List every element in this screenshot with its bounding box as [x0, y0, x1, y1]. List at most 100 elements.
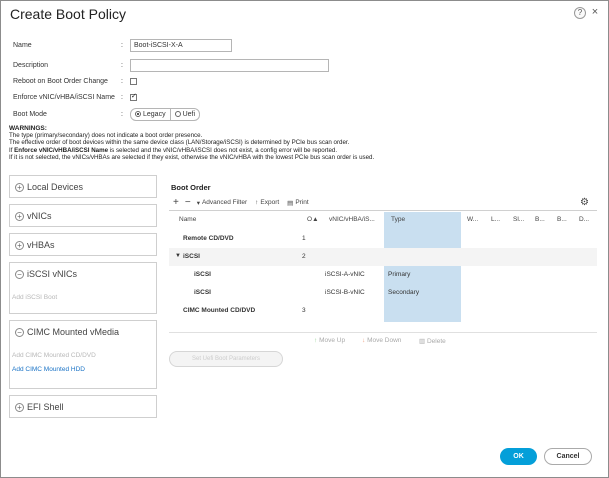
name-row: Name : Boot-iSCSI-X-A: [13, 38, 232, 52]
expand-plus-icon: +: [15, 240, 24, 250]
warnings-heading: WARNINGS:: [9, 125, 47, 132]
warning-line-3-bold: Enforce vNIC/vHBA/iSCSI Name: [14, 146, 109, 154]
help-icon[interactable]: ?: [574, 7, 586, 19]
export-icon: ↑: [255, 199, 259, 206]
set-uefi-boot-parameters-button[interactable]: Set Uefi Boot Parameters: [169, 351, 283, 367]
delete-button[interactable]: ▥ Delete: [419, 337, 446, 345]
col-b1-header[interactable]: B...: [535, 216, 545, 223]
efi-shell-panel[interactable]: + EFI Shell: [9, 395, 157, 418]
radio-unselected-icon: [174, 111, 181, 117]
local-devices-panel[interactable]: + Local Devices: [9, 175, 157, 198]
vnics-panel[interactable]: + vNICs: [9, 204, 157, 227]
reboot-row: Reboot on Boot Order Change :: [13, 74, 137, 88]
enforce-row: Enforce vNIC/vHBA/iSCSI Name :: [13, 90, 137, 104]
add-iscsi-boot-link[interactable]: Add iSCSI Boot: [10, 291, 156, 305]
reboot-label: Reboot on Boot Order Change: [13, 77, 108, 85]
row-order: 3: [302, 307, 306, 314]
table-row[interactable]: ▼ iSCSI 2: [169, 248, 597, 266]
boot-mode-uefi-option[interactable]: Uefi: [169, 108, 199, 120]
settings-gear-icon[interactable]: ⚙: [580, 197, 589, 208]
move-up-button[interactable]: ↑ Move Up: [314, 337, 345, 344]
trash-icon: ▥: [419, 338, 426, 345]
boot-mode-row: Boot Mode : Legacy Uefi: [13, 107, 201, 121]
colon: :: [121, 61, 123, 69]
dialog-title: Create Boot Policy: [10, 6, 126, 22]
row-name: iSCSI: [194, 271, 211, 278]
iscsi-vnics-panel: − iSCSI vNICs Add iSCSI Boot: [9, 262, 157, 314]
local-devices-header[interactable]: + Local Devices: [10, 176, 156, 198]
move-actions-bar: ↑ Move Up ↓ Move Down ▥ Delete: [169, 332, 597, 346]
move-down-button[interactable]: ↓ Move Down: [362, 337, 401, 344]
export-button[interactable]: ↑ Export: [255, 199, 279, 206]
add-icon[interactable]: +: [173, 197, 179, 208]
description-input[interactable]: [130, 58, 329, 72]
row-order: 2: [302, 253, 306, 260]
advanced-filter-button[interactable]: ▾ Advanced Filter: [197, 199, 247, 207]
boot-mode-legacy-option[interactable]: Legacy: [131, 109, 170, 120]
row-vnic: iSCSI-B-vNIC: [325, 289, 365, 296]
boot-order-title: Boot Order: [171, 183, 211, 192]
radio-selected-icon: [135, 111, 141, 117]
col-sl-header[interactable]: Sl...: [513, 216, 524, 223]
iscsi-vnics-header[interactable]: − iSCSI vNICs: [10, 263, 156, 285]
legacy-label: Legacy: [143, 110, 166, 118]
warning-line-1: The type (primary/secondary) does not in…: [9, 132, 203, 140]
print-button[interactable]: ▤ Print: [287, 199, 309, 207]
add-cimc-cd-link[interactable]: Add CIMC Mounted CD/DVD: [10, 349, 156, 363]
name-input[interactable]: Boot-iSCSI-X-A: [130, 38, 232, 52]
efi-shell-label: EFI Shell: [27, 402, 64, 412]
row-type: Primary: [388, 271, 411, 278]
ok-button[interactable]: OK: [500, 448, 537, 465]
filter-icon: ▾: [196, 199, 200, 207]
move-down-label: Move Down: [367, 337, 402, 344]
efi-shell-header[interactable]: + EFI Shell: [10, 396, 156, 418]
table-row[interactable]: iSCSI iSCSI-B-vNIC Secondary: [169, 284, 597, 302]
col-d-header[interactable]: D...: [579, 216, 589, 223]
row-type: Secondary: [388, 289, 420, 296]
vhbas-label: vHBAs: [27, 240, 55, 250]
row-name: iSCSI: [194, 289, 211, 296]
warning-line-2: The effective order of boot devices with…: [9, 139, 350, 147]
cimc-media-header[interactable]: − CIMC Mounted vMedia: [10, 321, 156, 343]
row-name: iSCSI: [183, 253, 200, 260]
col-name-header[interactable]: Name: [179, 216, 196, 223]
col-type-header[interactable]: Type: [391, 216, 405, 223]
local-devices-label: Local Devices: [27, 182, 84, 192]
table-row[interactable]: iSCSI iSCSI-A-vNIC Primary: [169, 266, 597, 284]
col-l-header[interactable]: L...: [491, 216, 500, 223]
close-icon[interactable]: ×: [589, 7, 601, 19]
warning-line-4: If it is not selected, the vNICs/vHBAs a…: [9, 153, 375, 161]
add-cimc-hdd-link[interactable]: Add CIMC Mounted HDD: [10, 363, 156, 377]
remove-icon[interactable]: −: [185, 197, 191, 208]
row-vnic: iSCSI-A-vNIC: [325, 271, 365, 278]
col-b2-header[interactable]: B...: [557, 216, 567, 223]
col-order-header[interactable]: O▲: [307, 216, 319, 223]
tree-collapse-icon[interactable]: ▼: [175, 253, 181, 259]
enforce-label: Enforce vNIC/vHBA/iSCSI Name: [13, 93, 115, 101]
vhbas-panel[interactable]: + vHBAs: [9, 233, 157, 256]
enforce-checkbox[interactable]: [130, 92, 137, 101]
col-vnic-header[interactable]: vNIC/vHBA/iS...: [329, 216, 375, 223]
arrow-up-icon: ↑: [314, 337, 318, 344]
cancel-button[interactable]: Cancel: [544, 448, 592, 465]
vhbas-header[interactable]: + vHBAs: [10, 234, 156, 256]
row-name: Remote CD/DVD: [183, 235, 234, 242]
reboot-checkbox[interactable]: [130, 77, 137, 85]
advanced-filter-label: Advanced Filter: [201, 199, 248, 206]
cimc-media-label: CIMC Mounted vMedia: [27, 327, 120, 337]
expand-plus-icon: +: [15, 182, 24, 192]
collapse-minus-icon: −: [15, 327, 24, 337]
table-row[interactable]: Remote CD/DVD 1: [169, 230, 597, 248]
delete-label: Delete: [426, 338, 446, 345]
uefi-label: Uefi: [182, 110, 196, 118]
table-row[interactable]: CIMC Mounted CD/DVD 3: [169, 302, 597, 320]
arrow-down-icon: ↓: [362, 337, 366, 344]
description-label: Description: [13, 61, 49, 69]
warning-line-3-post: is selected and the vNIC/vHBA/iSCSI does…: [108, 146, 338, 154]
vnics-label: vNICs: [27, 211, 52, 221]
col-w-header[interactable]: W...: [467, 216, 478, 223]
warning-line-3: If Enforce vNIC/vHBA/iSCSI Name is selec…: [9, 147, 599, 154]
vnics-header[interactable]: + vNICs: [10, 205, 156, 227]
colon: :: [121, 77, 123, 85]
boot-order-grid: Name O▲ vNIC/vHBA/iS... Type W... L... S…: [169, 212, 597, 322]
